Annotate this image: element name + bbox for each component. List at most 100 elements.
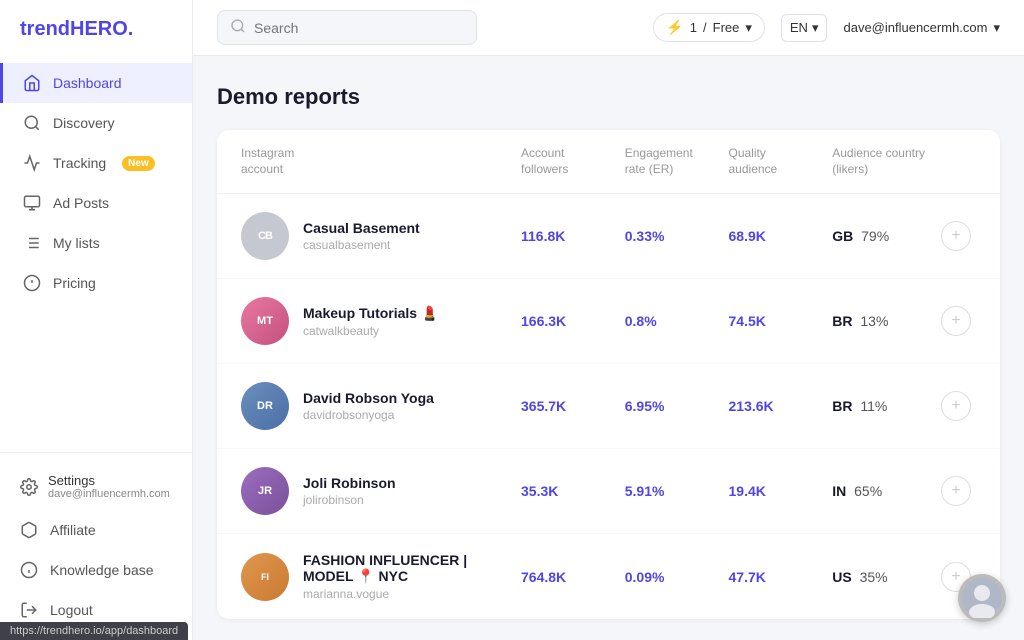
sidebar-item-label: Affiliate [50,522,96,538]
search-input[interactable] [254,20,464,36]
quality-value: 19.4K [729,483,833,499]
chevron-down-icon: ▾ [993,20,1000,36]
col-quality: Qualityaudience [729,146,833,177]
country-cell: IN 65% [832,483,936,499]
user-menu[interactable]: dave@influencermh.com ▾ [843,20,1000,36]
add-to-list-button[interactable]: + [941,306,971,336]
country-pct: 79% [861,228,889,244]
country-code: GB [832,228,853,244]
sidebar-item-dashboard[interactable]: Dashboard [0,63,192,103]
add-to-list-button[interactable]: + [941,391,971,421]
topbar-right: ⚡ 1 / Free ▾ EN ▾ dave@influencermh.com … [653,13,1000,42]
logo-text: trendHERO. [20,18,133,41]
search-box[interactable] [217,10,477,45]
account-info: Joli Robinson jolirobinson [303,475,396,507]
row-action: + [936,306,976,336]
topbar: ⚡ 1 / Free ▾ EN ▾ dave@influencermh.com … [193,0,1024,56]
country-code: BR [832,398,852,414]
country-cell: BR 13% [832,313,936,329]
account-name: Casual Basement [303,220,420,236]
sidebar-item-knowledge[interactable]: Knowledge base [0,550,192,590]
followers-value: 764.8K [521,569,625,585]
avatar: FI [241,553,289,601]
sidebar: trendHERO. Dashboard Discovery Tracking … [0,0,193,640]
page-title: Demo reports [217,84,1000,110]
plan-badge[interactable]: ⚡ 1 / Free ▾ [653,13,765,42]
sidebar-item-mylists[interactable]: My lists [0,223,192,263]
account-handle: jolirobinson [303,493,396,507]
account-handle: casualbasement [303,238,420,252]
account-cell: DR David Robson Yoga davidrobsonyoga [241,382,521,430]
account-name: Makeup Tutorials 💄 [303,305,438,322]
add-to-list-button[interactable]: + [941,221,971,251]
sidebar-item-affiliate[interactable]: Affiliate [0,510,192,550]
quality-value: 213.6K [729,398,833,414]
country-code: US [832,569,851,585]
country-pct: 13% [860,313,888,329]
account-handle: marianna.vogue [303,587,521,601]
account-handle: catwalkbeauty [303,324,438,338]
sidebar-item-pricing[interactable]: Pricing [0,263,192,303]
plan-label: Free [713,20,740,35]
row-action: + [936,221,976,251]
user-email: dave@influencermh.com [843,20,987,35]
sidebar-item-discovery[interactable]: Discovery [0,103,192,143]
settings-label: Settings [48,473,170,488]
er-value: 0.8% [625,313,729,329]
avatar: DR [241,382,289,430]
col-country: Audience country(likers) [832,146,936,177]
col-action [936,146,976,177]
sidebar-nav: Dashboard Discovery Tracking New Ad Post… [0,55,192,452]
sidebar-item-label: Ad Posts [53,195,109,211]
floating-avatar[interactable] [958,574,1006,622]
country-pct: 11% [860,398,887,414]
table-row: FI FASHION INFLUENCER | MODEL 📍 NYC mari… [217,534,1000,619]
sidebar-item-label: My lists [53,235,100,251]
account-cell: CB Casual Basement casualbasement [241,212,521,260]
country-pct: 35% [860,569,888,585]
account-info: FASHION INFLUENCER | MODEL 📍 NYC mariann… [303,552,521,601]
country-code: IN [832,483,846,499]
plan-count: 1 [690,20,697,35]
affiliate-icon [20,521,38,539]
account-cell: MT Makeup Tutorials 💄 catwalkbeauty [241,297,521,345]
main-content: Demo reports Instagramaccount Accountfol… [193,56,1024,640]
col-followers: Accountfollowers [521,146,625,177]
sidebar-item-label: Tracking [53,155,106,171]
er-value: 0.09% [625,569,729,585]
account-cell: FI FASHION INFLUENCER | MODEL 📍 NYC mari… [241,552,521,601]
lang-label: EN [790,20,808,35]
sidebar-item-label: Dashboard [53,75,122,91]
chevron-down-icon: ▾ [812,20,819,36]
knowledge-icon [20,561,38,579]
followers-value: 166.3K [521,313,625,329]
sidebar-item-tracking[interactable]: Tracking New [0,143,192,183]
table-row: DR David Robson Yoga davidrobsonyoga 365… [217,364,1000,449]
account-info: Casual Basement casualbasement [303,220,420,252]
table-row: JR Joli Robinson jolirobinson 35.3K 5.91… [217,449,1000,534]
account-name: Joli Robinson [303,475,396,491]
country-cell: US 35% [832,569,936,585]
home-icon [23,74,41,92]
add-to-list-button[interactable]: + [941,476,971,506]
sidebar-item-adposts[interactable]: Ad Posts [0,183,192,223]
account-name: FASHION INFLUENCER | MODEL 📍 NYC [303,552,521,585]
er-value: 0.33% [625,228,729,244]
discovery-icon [23,114,41,132]
avatar: MT [241,297,289,345]
table-row: CB Casual Basement casualbasement 116.8K… [217,194,1000,279]
sidebar-bottom: Settings dave@influencermh.com Affiliate… [0,452,192,640]
er-value: 5.91% [625,483,729,499]
row-action: + [936,476,976,506]
account-name: David Robson Yoga [303,390,434,406]
pricing-icon [23,274,41,292]
settings-block[interactable]: Settings dave@influencermh.com [0,463,192,510]
country-pct: 65% [854,483,882,499]
logo: trendHERO. [0,0,192,55]
row-action: + [936,391,976,421]
url-bar: https://trendhero.io/app/dashboard [0,622,188,640]
er-value: 6.95% [625,398,729,414]
avatar: JR [241,467,289,515]
quality-value: 47.7K [729,569,833,585]
language-selector[interactable]: EN ▾ [781,14,828,42]
